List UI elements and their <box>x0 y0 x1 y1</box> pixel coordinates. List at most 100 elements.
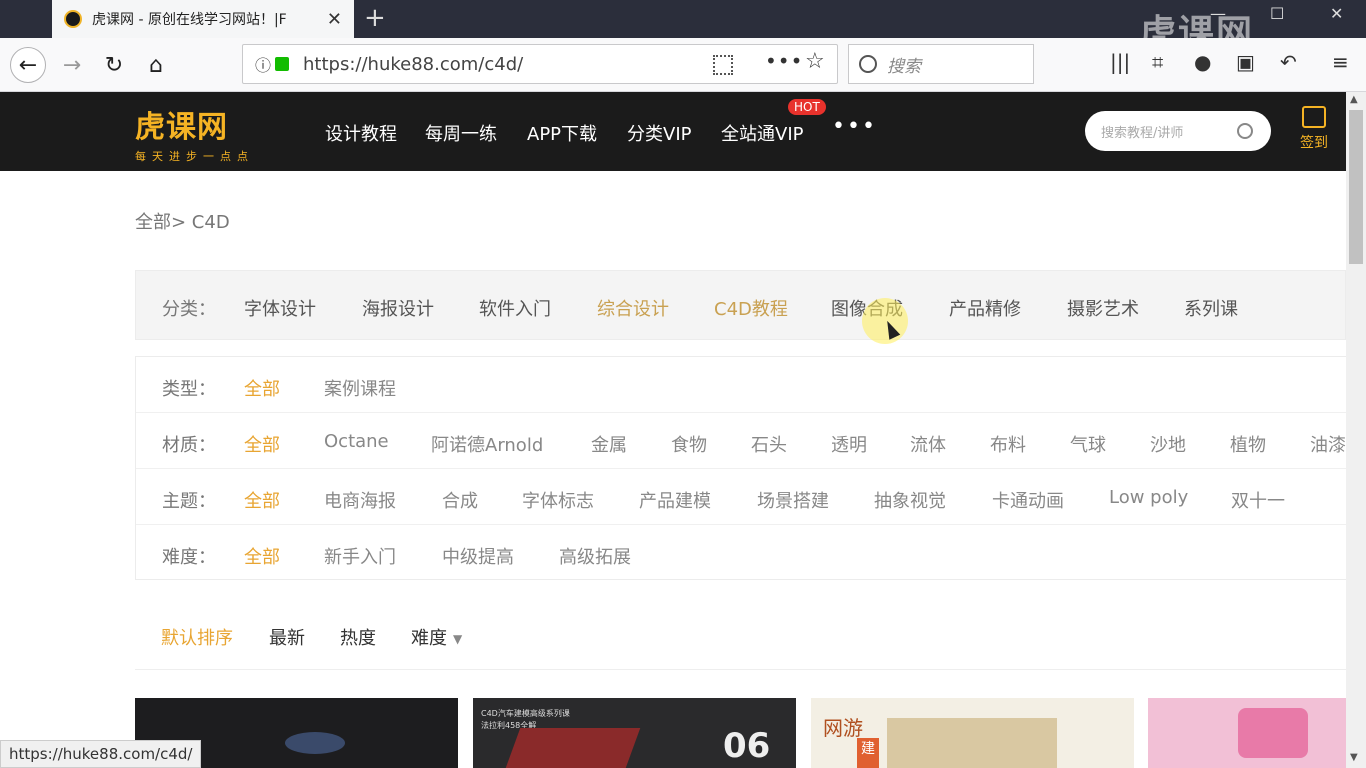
filter-material-fluid[interactable]: 流体 <box>910 431 946 457</box>
scroll-down-icon[interactable]: ▼ <box>1350 752 1358 763</box>
menu-icon[interactable]: ≡ <box>1332 50 1349 74</box>
nav-weekly-practice[interactable]: 每周一练 <box>425 120 497 146</box>
filter-material-sand[interactable]: 沙地 <box>1150 431 1186 457</box>
nav-app-download[interactable]: APP下载 <box>527 120 597 146</box>
nav-design-tutorials[interactable]: 设计教程 <box>325 120 397 146</box>
sort-newest[interactable]: 最新 <box>269 624 305 650</box>
maximize-button[interactable]: ☐ <box>1270 4 1284 23</box>
category-bar: 分类： 字体设计 海报设计 软件入门 综合设计 C4D教程 图像合成 产品精修 … <box>135 270 1346 340</box>
filter-material-cloth[interactable]: 布料 <box>990 431 1026 457</box>
new-tab-button[interactable]: + <box>364 4 386 32</box>
signin-label: 签到 <box>1300 135 1328 151</box>
sort-bar: 默认排序 最新 热度 难度 ▼ <box>135 612 1346 670</box>
nav-full-site-vip[interactable]: 全站通VIP <box>721 120 803 146</box>
chat-icon[interactable]: ● <box>1194 50 1211 74</box>
filter-theme-all[interactable]: 全部 <box>244 487 280 513</box>
browser-search-input[interactable]: 搜索 <box>848 44 1034 84</box>
course-card[interactable] <box>1148 698 1346 768</box>
filter-theme-scene-build[interactable]: 场景搭建 <box>757 487 829 513</box>
status-bar-url: https://huke88.com/c4d/ <box>0 740 202 768</box>
card-thumbnail-shape <box>1238 708 1308 758</box>
logo-text: 虎课网 <box>135 110 228 145</box>
card-number: 06 <box>723 726 771 766</box>
url-text[interactable]: https://huke88.com/c4d/ <box>303 54 523 75</box>
filter-theme-double11[interactable]: 双十一 <box>1231 487 1285 513</box>
sidebar-icon[interactable]: ▣ <box>1236 50 1255 74</box>
filter-difficulty-intermediate[interactable]: 中级提高 <box>442 543 514 569</box>
nav-category-vip[interactable]: 分类VIP <box>627 120 691 146</box>
course-card[interactable]: C4D汽车建模高级系列课 法拉利458全解 06 <box>473 698 796 768</box>
search-icon[interactable] <box>1237 123 1253 139</box>
category-comprehensive-design[interactable]: 综合设计 <box>597 295 669 321</box>
category-poster-design[interactable]: 海报设计 <box>362 295 434 321</box>
filter-material-transparent[interactable]: 透明 <box>831 431 867 457</box>
lock-icon <box>275 57 290 71</box>
signin-button[interactable]: 签到 <box>1296 106 1332 152</box>
filter-material-food[interactable]: 食物 <box>671 431 707 457</box>
qr-code-icon[interactable] <box>713 55 733 75</box>
sort-default[interactable]: 默认排序 <box>161 624 233 650</box>
filter-material-arnold[interactable]: 阿诺德Arnold <box>431 431 543 457</box>
filter-material-balloon[interactable]: 气球 <box>1070 431 1106 457</box>
filter-difficulty-advanced[interactable]: 高级拓展 <box>559 543 631 569</box>
filter-material-all[interactable]: 全部 <box>244 431 280 457</box>
url-bar[interactable]: ⓘ https://huke88.com/c4d/ ••• ☆ <box>242 44 838 84</box>
library-icon[interactable]: ||| <box>1110 50 1130 74</box>
filter-theme-product-model[interactable]: 产品建模 <box>639 487 711 513</box>
close-tab-icon[interactable]: ✕ <box>327 9 342 30</box>
arrow-right-icon: → <box>62 52 82 78</box>
info-icon[interactable]: ⓘ <box>255 52 271 76</box>
minimize-button[interactable]: — <box>1210 4 1226 23</box>
nav-more-button[interactable]: ••• <box>832 114 877 139</box>
filter-theme-cartoon[interactable]: 卡通动画 <box>992 487 1064 513</box>
home-button[interactable]: ⌂ <box>138 47 174 83</box>
breadcrumb[interactable]: 全部> C4D <box>135 208 230 234</box>
sort-popular[interactable]: 热度 <box>340 624 376 650</box>
scroll-up-icon[interactable]: ▲ <box>1350 94 1358 105</box>
category-product-retouch[interactable]: 产品精修 <box>949 295 1021 321</box>
page-actions-button[interactable]: ••• <box>765 49 803 73</box>
filter-difficulty-label: 难度： <box>162 547 216 568</box>
undo-icon[interactable]: ↶ <box>1280 50 1297 74</box>
filter-material-plant[interactable]: 植物 <box>1230 431 1266 457</box>
bookmark-star-icon[interactable]: ☆ <box>805 49 825 74</box>
category-font-design[interactable]: 字体设计 <box>244 295 316 321</box>
site-search-input[interactable]: 搜索教程/讲师 <box>1085 111 1271 151</box>
filter-material-octane[interactable]: Octane <box>324 431 389 452</box>
browser-titlebar: 虎课网 - 原创在线学习网站！|F ✕ + 虎课网 — ☐ ✕ <box>0 0 1366 54</box>
filter-material-label: 材质： <box>162 435 216 456</box>
site-search-placeholder: 搜索教程/讲师 <box>1101 125 1184 141</box>
course-card[interactable]: 网游 建 <box>811 698 1134 768</box>
category-series-course[interactable]: 系列课 <box>1184 295 1238 321</box>
reload-icon: ↻ <box>104 52 124 78</box>
filter-material-metal[interactable]: 金属 <box>591 431 627 457</box>
filter-difficulty-all[interactable]: 全部 <box>244 543 280 569</box>
back-button[interactable]: ← <box>10 47 46 83</box>
filter-material-paint[interactable]: 油漆 <box>1310 431 1346 457</box>
site-logo[interactable]: 虎课网 每天进步一点点 <box>135 102 254 164</box>
close-window-button[interactable]: ✕ <box>1330 4 1343 23</box>
filter-theme-ecommerce[interactable]: 电商海报 <box>324 487 396 513</box>
filter-type-case[interactable]: 案例课程 <box>324 375 396 401</box>
filter-theme-composite[interactable]: 合成 <box>442 487 478 513</box>
category-photography-art[interactable]: 摄影艺术 <box>1067 295 1139 321</box>
filter-type-all[interactable]: 全部 <box>244 375 280 401</box>
filter-difficulty-beginner[interactable]: 新手入门 <box>324 543 396 569</box>
filter-theme-lowpoly[interactable]: Low poly <box>1109 487 1188 508</box>
filter-theme-font-logo[interactable]: 字体标志 <box>522 487 594 513</box>
filter-row-theme: 主题： 全部 电商海报 合成 字体标志 产品建模 场景搭建 抽象视觉 卡通动画 … <box>136 469 1347 525</box>
browser-tab[interactable]: 虎课网 - 原创在线学习网站！|F ✕ <box>52 0 354 38</box>
filter-row-material: 材质： 全部 Octane 阿诺德Arnold 金属 食物 石头 透明 流体 布… <box>136 413 1347 469</box>
category-c4d-tutorial[interactable]: C4D教程 <box>714 295 788 321</box>
filter-material-stone[interactable]: 石头 <box>751 431 787 457</box>
browser-search-placeholder: 搜索 <box>887 56 921 77</box>
scroll-thumb[interactable] <box>1349 110 1363 264</box>
site-header: 虎课网 每天进步一点点 设计教程 每周一练 APP下载 分类VIP 全站通VIP… <box>0 92 1346 171</box>
filter-theme-abstract[interactable]: 抽象视觉 <box>874 487 946 513</box>
category-software-intro[interactable]: 软件入门 <box>479 295 551 321</box>
search-icon <box>859 55 877 73</box>
reload-button[interactable]: ↻ <box>96 47 132 83</box>
screenshot-icon[interactable]: ⌗ <box>1152 50 1163 74</box>
forward-button[interactable]: → <box>54 47 90 83</box>
sort-difficulty[interactable]: 难度 ▼ <box>411 624 462 650</box>
